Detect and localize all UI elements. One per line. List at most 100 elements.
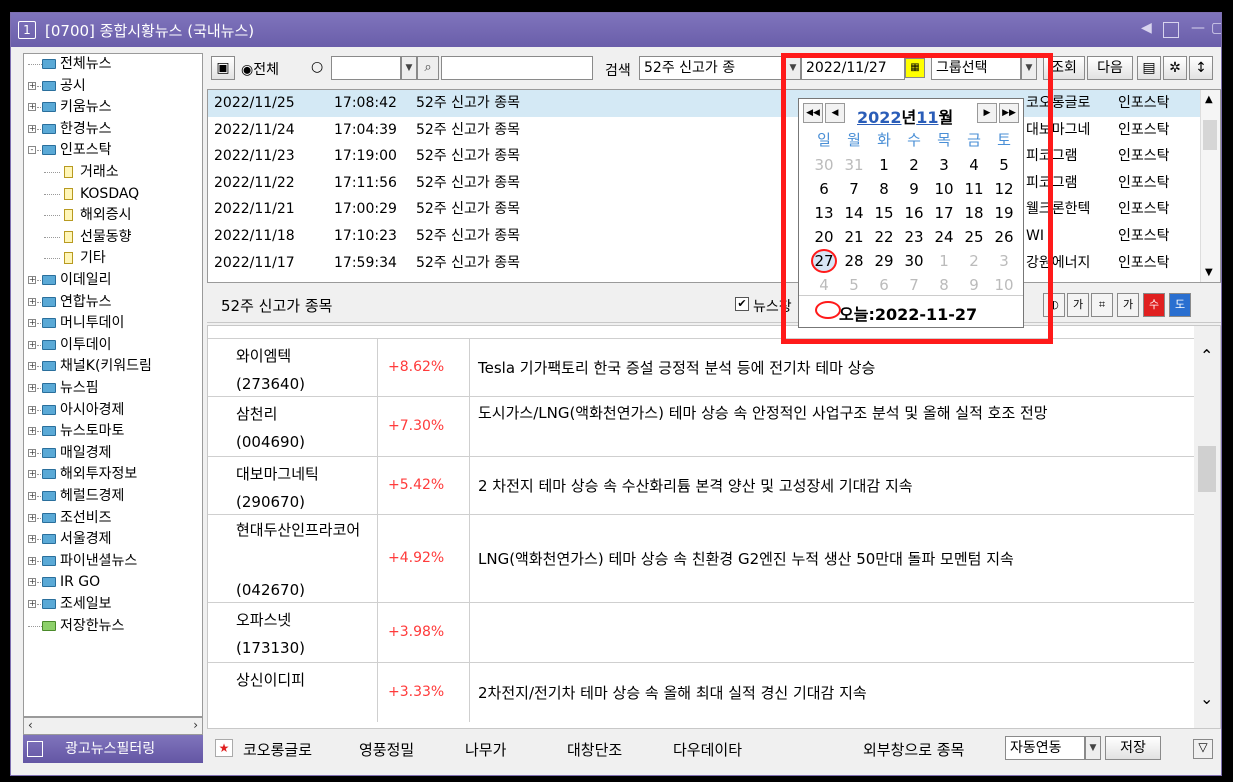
help-button[interactable]: 도: [1169, 293, 1191, 317]
detail-row[interactable]: 대보마그네틱 (290670) +5.42% 2 차전지 테마 상승 속 수산화리튬 …: [208, 456, 1194, 514]
tree-item[interactable]: + 이데일리: [24, 272, 202, 288]
tree-item[interactable]: + 머니투데이: [24, 315, 202, 331]
font-increase-icon[interactable]: 가: [1117, 293, 1139, 317]
ad-news-filter-button[interactable]: 광고뉴스필터링: [23, 735, 203, 763]
tree-item[interactable]: 거래소: [24, 164, 202, 180]
tree-item[interactable]: 선물동향: [24, 229, 202, 245]
tree-item[interactable]: + 해외투자정보: [24, 466, 202, 482]
edit-button[interactable]: 수: [1143, 293, 1165, 317]
stock-name[interactable]: 대보마그네틱: [236, 461, 366, 487]
expand-toggle-icon[interactable]: +: [28, 448, 36, 457]
tree-item[interactable]: + 아시아경제: [24, 402, 202, 418]
expand-toggle-icon[interactable]: +: [28, 578, 36, 587]
bottom-stock-link[interactable]: 나무가: [465, 739, 506, 760]
stock-name[interactable]: 삼천리: [236, 401, 366, 427]
auto-link-dropdown-icon[interactable]: ▼: [1085, 736, 1101, 760]
tree-item[interactable]: + 조세일보: [24, 596, 202, 612]
tree-item[interactable]: + 채널K(키워드림: [24, 358, 202, 374]
stock-name[interactable]: 오파스넷: [236, 607, 366, 633]
tree-item[interactable]: + 키움뉴스: [24, 99, 202, 115]
detail-row[interactable]: 현대두산인프라코어 (042670) +4.92% LNG(액화천연가스) 테마 상승…: [208, 514, 1194, 602]
bottom-stock-link[interactable]: 대창단조: [567, 739, 622, 760]
tree-item[interactable]: + 뉴스토마토: [24, 423, 202, 439]
tree-item[interactable]: + 이투데이: [24, 337, 202, 353]
tree-item[interactable]: + 한경뉴스: [24, 121, 202, 137]
tree-item[interactable]: + 뉴스핌: [24, 380, 202, 396]
tree-item[interactable]: 전체뉴스: [24, 56, 202, 72]
stock-dropdown-icon[interactable]: ▼: [401, 56, 417, 80]
font-size-icon[interactable]: 가: [1067, 293, 1089, 317]
tree-item[interactable]: 저장한뉴스: [24, 618, 202, 634]
expand-toggle-icon[interactable]: +: [28, 384, 36, 392]
minimize-icon[interactable]: —: [1191, 20, 1205, 36]
tree-item[interactable]: + 서울경제: [24, 531, 202, 547]
expand-toggle-icon[interactable]: +: [28, 600, 36, 608]
expand-toggle-icon[interactable]: +: [28, 81, 36, 90]
detail-scroll-up-icon[interactable]: ⌃: [1200, 346, 1213, 365]
stock-name[interactable]: 와이엠텍: [236, 343, 366, 369]
expand-toggle-icon[interactable]: +: [28, 427, 36, 436]
detail-row[interactable]: 삼천리 (004690) +7.30% 도시가스/LNG(액화천연가스) 테마 상승 …: [208, 396, 1194, 456]
expand-toggle-icon[interactable]: +: [28, 297, 36, 306]
window-toggle-icon[interactable]: ▣: [211, 56, 235, 80]
expand-toggle-icon[interactable]: +: [28, 103, 36, 112]
sort-icon[interactable]: ↕: [1189, 56, 1213, 80]
bottom-stock-link[interactable]: 다우데이타: [673, 739, 742, 760]
expand-toggle-icon[interactable]: +: [28, 362, 36, 371]
print-icon[interactable]: ▤: [1137, 56, 1161, 80]
bottom-stock-link[interactable]: 영풍정밀: [359, 739, 414, 760]
detail-row[interactable]: 오파스넷 (173130) +3.98%: [208, 602, 1194, 662]
radio-all[interactable]: ◉전체: [241, 59, 279, 79]
tree-item[interactable]: + IR GO: [24, 574, 202, 590]
search-icon[interactable]: ⌕: [417, 56, 439, 80]
stock-name-input[interactable]: [441, 56, 593, 80]
detail-row[interactable]: 상신이디피 +3.33% 2차전지/전기차 테마 상승 속 올해 최대 실적 경신 …: [208, 662, 1194, 722]
tree-item[interactable]: + 조선비즈: [24, 510, 202, 526]
stock-name[interactable]: 상신이디피: [236, 667, 366, 693]
expand-toggle-icon[interactable]: +: [28, 470, 36, 479]
settings-gear-icon[interactable]: ✲: [1163, 56, 1187, 80]
expand-toggle-icon[interactable]: +: [28, 492, 36, 500]
window-layout-icon[interactable]: [1163, 22, 1179, 38]
detail-scroll-down-icon[interactable]: ⌄: [1200, 689, 1213, 708]
expand-toggle-icon[interactable]: +: [28, 124, 36, 133]
expand-toggle-icon[interactable]: +: [28, 276, 36, 284]
expand-toggle-icon[interactable]: +: [28, 535, 36, 544]
stock-code-input[interactable]: [331, 56, 401, 80]
expand-icon[interactable]: ⌗: [1091, 293, 1113, 317]
save-button[interactable]: 저장: [1105, 736, 1161, 760]
filter-settings-icon[interactable]: ▽: [1193, 739, 1213, 759]
expand-toggle-icon[interactable]: +: [28, 556, 36, 565]
expand-toggle-icon[interactable]: +: [28, 513, 36, 522]
stock-name[interactable]: 현대두산인프라코어: [236, 517, 366, 543]
tree-item[interactable]: + 파이낸셜뉴스: [24, 553, 202, 569]
detail-row[interactable]: 와이엠텍 (273640) +8.62% Tesla 기가팩토리 한국 증설 긍정적 …: [208, 338, 1194, 396]
expand-toggle-icon[interactable]: +: [28, 340, 36, 349]
maximize-icon[interactable]: ▢: [1211, 20, 1221, 36]
scroll-thumb[interactable]: [1203, 120, 1217, 150]
tree-item[interactable]: KOSDAQ: [24, 186, 202, 202]
tree-horizontal-scrollbar[interactable]: ‹ ›: [23, 717, 203, 735]
expand-toggle-icon[interactable]: -: [28, 146, 36, 155]
tree-item[interactable]: - 인포스탁: [24, 142, 202, 158]
scroll-down-icon[interactable]: ▼: [1205, 267, 1213, 278]
search-input[interactable]: 52주 신고가 종: [639, 56, 785, 80]
tree-item[interactable]: 기타: [24, 250, 202, 266]
detail-scroll-thumb[interactable]: [1198, 446, 1216, 492]
tree-item[interactable]: 해외증시: [24, 207, 202, 223]
tree-item[interactable]: + 공시: [24, 78, 202, 94]
next-button[interactable]: 다음: [1087, 56, 1133, 80]
tree-item[interactable]: + 매일경제: [24, 445, 202, 461]
scroll-right-icon[interactable]: ›: [193, 718, 198, 732]
favorite-star-icon[interactable]: ★: [215, 739, 233, 757]
news-window-checkbox[interactable]: ✔: [735, 297, 749, 311]
scroll-up-icon[interactable]: ▲: [1205, 94, 1213, 105]
auto-link-select[interactable]: 자동연동: [1005, 736, 1085, 760]
expand-toggle-icon[interactable]: +: [28, 319, 36, 328]
scroll-left-icon[interactable]: ‹: [28, 718, 33, 732]
list-scrollbar[interactable]: ▲ ▼: [1200, 90, 1220, 282]
detail-scrollbar[interactable]: ⌃ ⌄: [1194, 326, 1220, 728]
prev-window-icon[interactable]: ◀: [1141, 20, 1152, 36]
bottom-stock-link[interactable]: 코오롱글로: [243, 739, 312, 760]
tree-item[interactable]: + 헤럴드경제: [24, 488, 202, 504]
